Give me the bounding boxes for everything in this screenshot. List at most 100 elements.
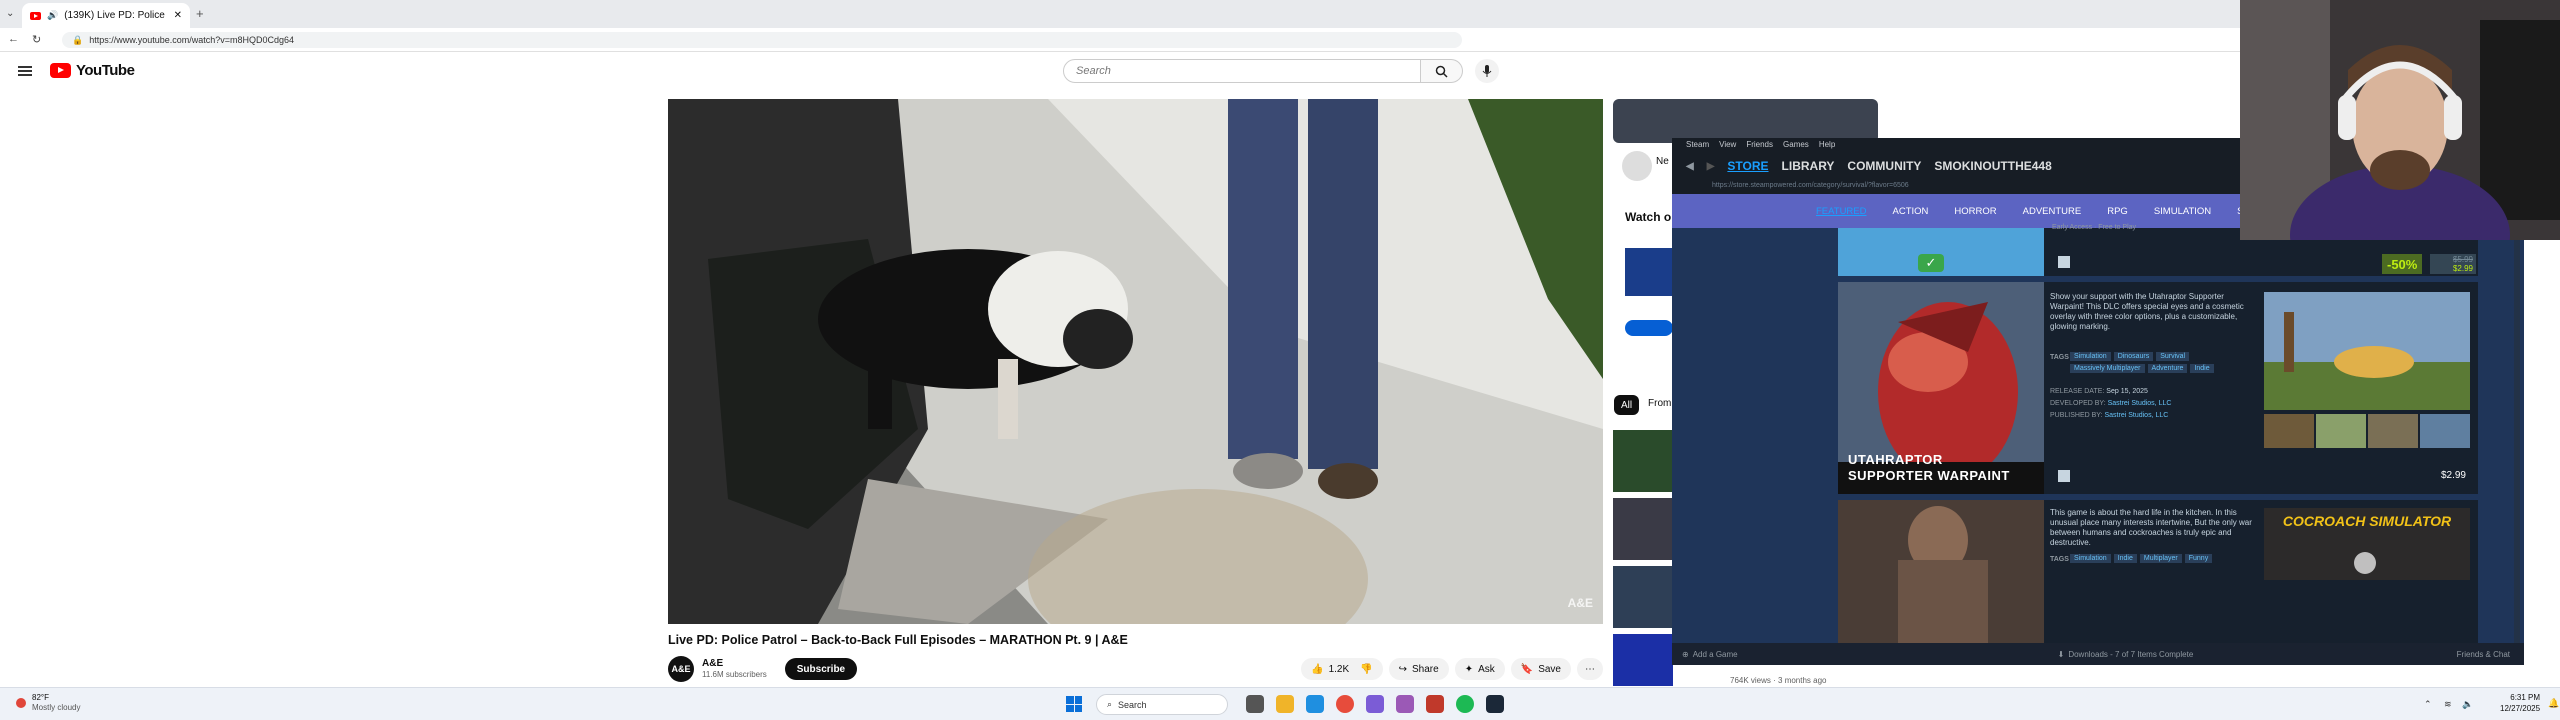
menu-icon[interactable]: [18, 64, 32, 78]
related-thumbnail-4[interactable]: [1613, 634, 1673, 686]
chip-all[interactable]: All: [1614, 395, 1640, 415]
notification-icon[interactable]: 🔔: [2548, 698, 2559, 709]
tag-chip[interactable]: Simulation: [2070, 352, 2111, 361]
task-view-icon[interactable]: [1246, 695, 1264, 713]
steam-icon[interactable]: [1486, 695, 1504, 713]
store-item-3[interactable]: This game is about the hard life in the …: [1838, 500, 2478, 643]
save-button[interactable]: 🔖 Save: [1510, 658, 1571, 680]
voice-search-button[interactable]: [1475, 59, 1499, 83]
steam-cat-action[interactable]: ACTION: [1893, 206, 1929, 217]
app-icon[interactable]: [1366, 695, 1384, 713]
steam-back-icon[interactable]: ◀: [1686, 161, 1694, 172]
add-game-button[interactable]: Add a Game: [1693, 650, 1738, 659]
thumbs-down-icon[interactable]: 👎: [1360, 664, 1372, 675]
search-input[interactable]: Search: [1063, 59, 1421, 83]
steam-menu-view[interactable]: View: [1719, 140, 1736, 149]
publisher-name[interactable]: Sastrei Studios, LLC: [2104, 412, 2168, 419]
start-button[interactable]: [1066, 696, 1082, 712]
tag-chip[interactable]: Indie: [2190, 364, 2214, 373]
old-price: $5.99: [2452, 255, 2473, 264]
weather-text: Mostly cloudy: [32, 703, 81, 712]
publisher-label: PUBLISHED BY:: [2050, 412, 2103, 419]
share-button[interactable]: ↪ Share: [1388, 658, 1449, 680]
steam-nav-library[interactable]: LIBRARY: [1782, 159, 1835, 173]
steam-nav-community[interactable]: COMMUNITY: [1847, 159, 1921, 173]
browser-tab[interactable]: 🔊 (139K) Live PD: Police Patrol – ✕: [22, 3, 190, 28]
chip-from[interactable]: From: [1648, 398, 1671, 409]
youtube-logo[interactable]: YouTube: [50, 62, 135, 79]
tag-chip[interactable]: Survival: [2156, 352, 2190, 361]
ask-label: Ask: [1478, 663, 1495, 675]
spotify-icon[interactable]: [1456, 695, 1474, 713]
store-item-2[interactable]: UTAHRAPTOR SUPPORTER WARPAINT Show your …: [1838, 282, 2478, 494]
discord-icon[interactable]: [1396, 695, 1414, 713]
watch-button[interactable]: [1625, 320, 1673, 336]
url-field[interactable]: 🔒 https://www.youtube.com/watch?v=m8HQD0…: [62, 32, 1462, 48]
tab-list-chevron-icon[interactable]: ⌄: [6, 8, 14, 19]
channel-name[interactable]: A&E: [702, 658, 767, 669]
steam-nav-store[interactable]: STORE: [1727, 159, 1768, 173]
related-thumbnail-1[interactable]: [1613, 430, 1673, 492]
channel-avatar[interactable]: A&E: [668, 656, 694, 682]
related-thumbnail-2[interactable]: [1613, 498, 1673, 560]
screenshot-thumb[interactable]: [2368, 414, 2418, 448]
screenshot-thumb[interactable]: [2264, 414, 2314, 448]
steam-menu-help[interactable]: Help: [1819, 140, 1835, 149]
taskbar-search[interactable]: ⌕ Search: [1096, 694, 1228, 715]
friends-chat-button[interactable]: Friends & Chat: [2457, 650, 2510, 659]
steam-nav-profile[interactable]: SMOKINOUTTHE448: [1934, 159, 2051, 173]
ad-banner[interactable]: [1613, 99, 1878, 143]
steam-menu-steam[interactable]: Steam: [1686, 140, 1709, 149]
store-icon[interactable]: [1306, 695, 1324, 713]
tray-chevron-icon[interactable]: ⌃: [2424, 699, 2432, 710]
steam-menu-games[interactable]: Games: [1783, 140, 1809, 149]
volume-icon[interactable]: 🔈: [2462, 699, 2473, 710]
microphone-icon: [1482, 64, 1492, 77]
wifi-icon[interactable]: ≋: [2444, 699, 2452, 710]
steam-cat-simulation[interactable]: SIMULATION: [2154, 206, 2211, 217]
tag-chip[interactable]: Adventure: [2147, 364, 2188, 373]
back-arrow-icon[interactable]: ←: [8, 33, 19, 45]
developer-name[interactable]: Sastrei Studios, LLC: [2108, 400, 2172, 407]
search-icon: ⌕: [1107, 699, 1113, 709]
tag-chip[interactable]: Massively Multiplayer: [2070, 364, 2145, 373]
steam-scrollbar[interactable]: [2514, 228, 2520, 643]
steam-cat-horror[interactable]: HORROR: [1954, 206, 1996, 217]
reload-icon[interactable]: ↻: [32, 33, 41, 46]
subscribe-button[interactable]: Subscribe: [784, 658, 858, 680]
app-icon[interactable]: [1426, 695, 1444, 713]
tag-chip[interactable]: Indie: [2113, 554, 2137, 563]
speaker-icon[interactable]: 🔊: [47, 10, 58, 21]
downloads-status[interactable]: Downloads - 7 of 7 Items Complete: [2068, 650, 2193, 659]
channel-row: A&E A&E 11.6M subscribers Subscribe 👍 1.2…: [668, 654, 1603, 684]
screenshot-thumb[interactable]: [2316, 414, 2366, 448]
ask-button[interactable]: ✦ Ask: [1454, 658, 1505, 680]
screenshot-thumb[interactable]: [2420, 414, 2470, 448]
clock[interactable]: 6:31 PM 12/27/2025: [2500, 692, 2540, 714]
video-player[interactable]: A&E: [668, 99, 1603, 624]
related-thumbnail-3[interactable]: [1613, 566, 1673, 628]
like-button[interactable]: 👍 1.2K 👎: [1301, 658, 1383, 680]
add-game-icon[interactable]: ⊕: [1682, 650, 1689, 659]
file-explorer-icon[interactable]: [1276, 695, 1294, 713]
more-actions-button[interactable]: ⋯: [1577, 658, 1603, 680]
tag-chip[interactable]: Dinosaurs: [2113, 352, 2154, 361]
tag-chip[interactable]: Funny: [2184, 554, 2213, 563]
steam-menu-friends[interactable]: Friends: [1746, 140, 1773, 149]
steam-cat-rpg[interactable]: RPG: [2107, 206, 2128, 217]
tab-close-icon[interactable]: ✕: [174, 10, 182, 21]
play-icon[interactable]: [2354, 552, 2376, 574]
steam-cat-featured[interactable]: FEATURED: [1816, 206, 1867, 217]
chrome-icon[interactable]: [1336, 695, 1354, 713]
address-toolbar: ← ↻ 🔒 https://www.youtube.com/watch?v=m8…: [0, 28, 2560, 52]
police-thumbnail[interactable]: [1625, 248, 1673, 296]
new-tab-button[interactable]: +: [196, 6, 204, 21]
windows-logo-icon: [1074, 704, 1082, 712]
tag-chip[interactable]: Multiplayer: [2139, 554, 2182, 563]
sponsor-avatar[interactable]: [1622, 151, 1652, 181]
weather-widget[interactable]: 82°F Mostly cloudy: [16, 693, 80, 713]
search-button[interactable]: [1421, 59, 1463, 83]
tag-chip[interactable]: Simulation: [2070, 554, 2111, 563]
steam-forward-icon[interactable]: ▶: [1707, 161, 1715, 172]
steam-cat-adventure[interactable]: ADVENTURE: [2023, 206, 2082, 217]
